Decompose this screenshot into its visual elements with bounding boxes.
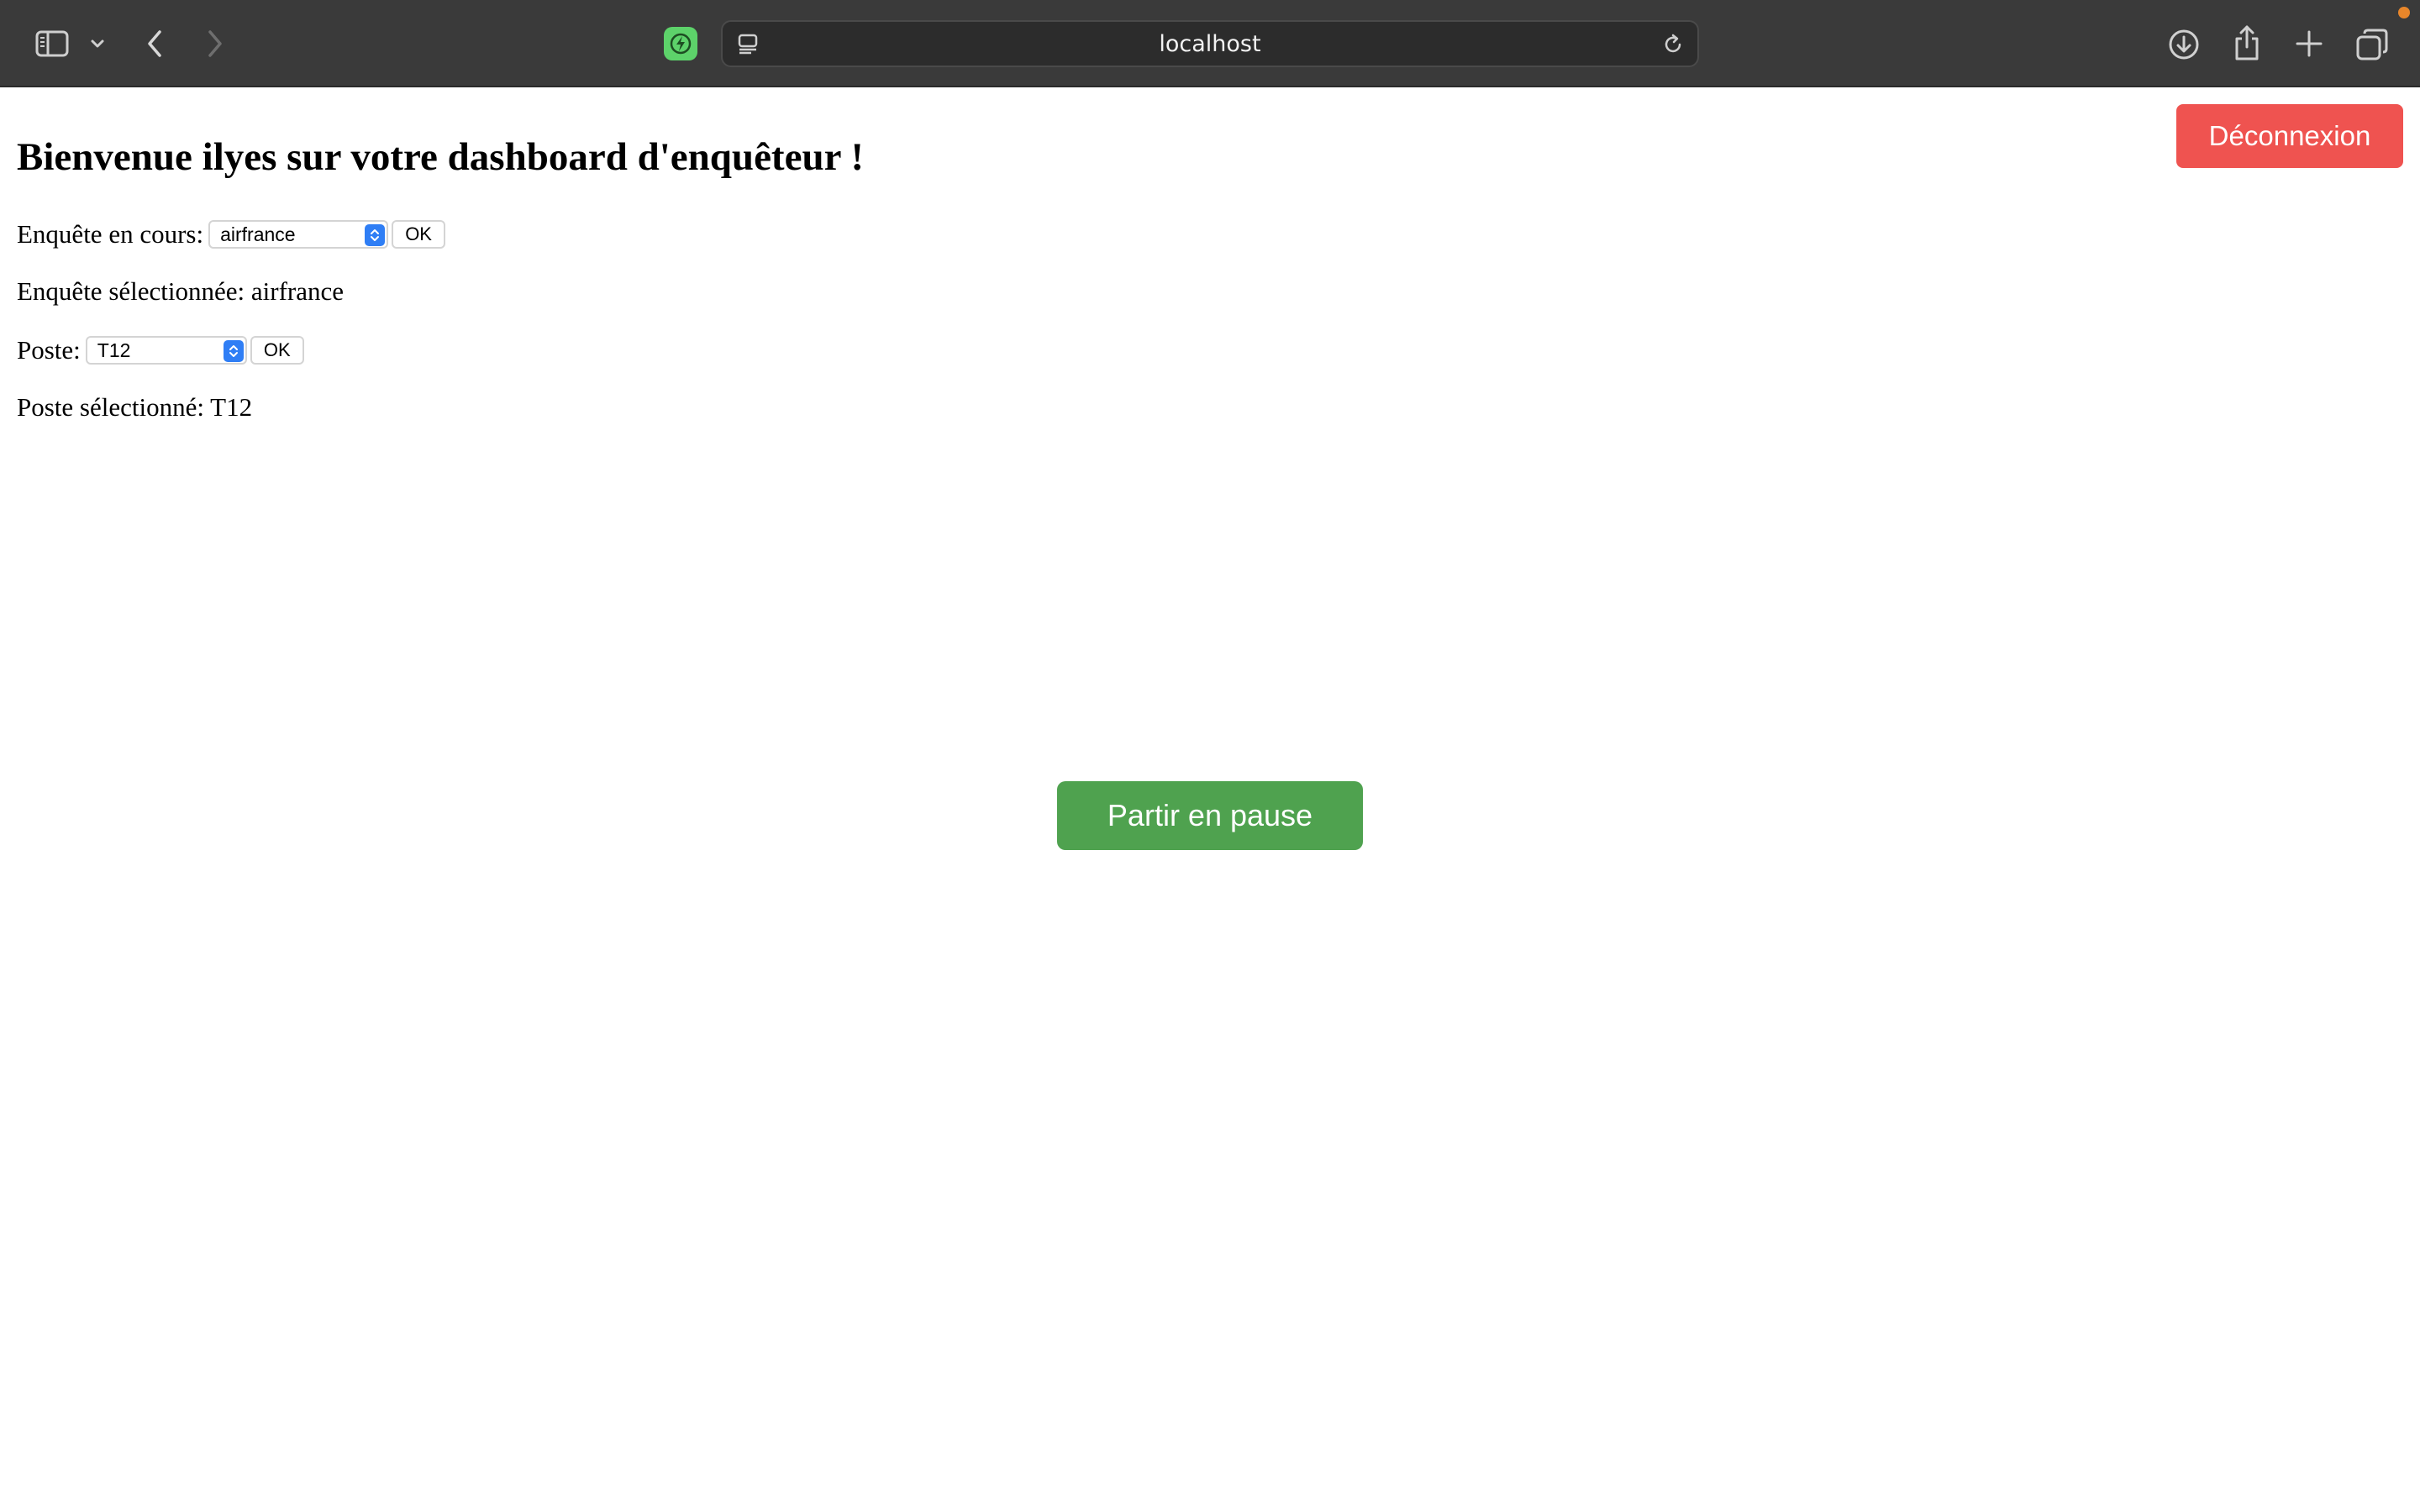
browser-toolbar: localhost	[0, 0, 2420, 87]
select-stepper-icon	[223, 340, 244, 362]
chevron-left-icon[interactable]	[136, 25, 173, 62]
plus-icon[interactable]	[2291, 25, 2328, 62]
pause-button[interactable]: Partir en pause	[1057, 781, 1363, 850]
post-select-value: T12	[97, 339, 131, 361]
post-label: Poste:	[17, 335, 81, 365]
survey-label: Enquête en cours:	[17, 219, 204, 249]
address-bar[interactable]: localhost	[721, 20, 1699, 67]
post-ok-button[interactable]: OK	[250, 336, 304, 365]
logout-button[interactable]: Déconnexion	[2176, 104, 2403, 168]
sidebar-icon[interactable]	[32, 25, 72, 62]
selected-survey-text: Enquête sélectionnée: airfrance	[17, 276, 344, 306]
bolt-icon[interactable]	[664, 27, 697, 60]
survey-row: Enquête en cours: airfrance OK	[17, 217, 446, 252]
selected-post-text: Poste sélectionné: T12	[17, 392, 253, 422]
survey-select[interactable]: airfrance	[208, 220, 389, 249]
share-icon[interactable]	[2228, 22, 2265, 64]
page-title: Bienvenue ilyes sur votre dashboard d'en…	[17, 135, 864, 179]
chevron-right-icon[interactable]	[197, 25, 234, 62]
download-icon[interactable]	[2165, 25, 2203, 64]
survey-ok-button[interactable]: OK	[392, 220, 446, 249]
notification-dot	[2398, 7, 2410, 18]
tabs-overview-icon[interactable]	[2353, 25, 2391, 64]
url-text[interactable]: localhost	[723, 22, 1697, 66]
survey-select-value: airfrance	[220, 223, 296, 245]
select-stepper-icon	[365, 224, 386, 246]
post-select[interactable]: T12	[85, 336, 247, 365]
post-row: Poste: T12 OK	[17, 333, 304, 368]
reload-icon[interactable]	[1660, 32, 1686, 57]
chevron-down-icon[interactable]	[84, 29, 111, 59]
